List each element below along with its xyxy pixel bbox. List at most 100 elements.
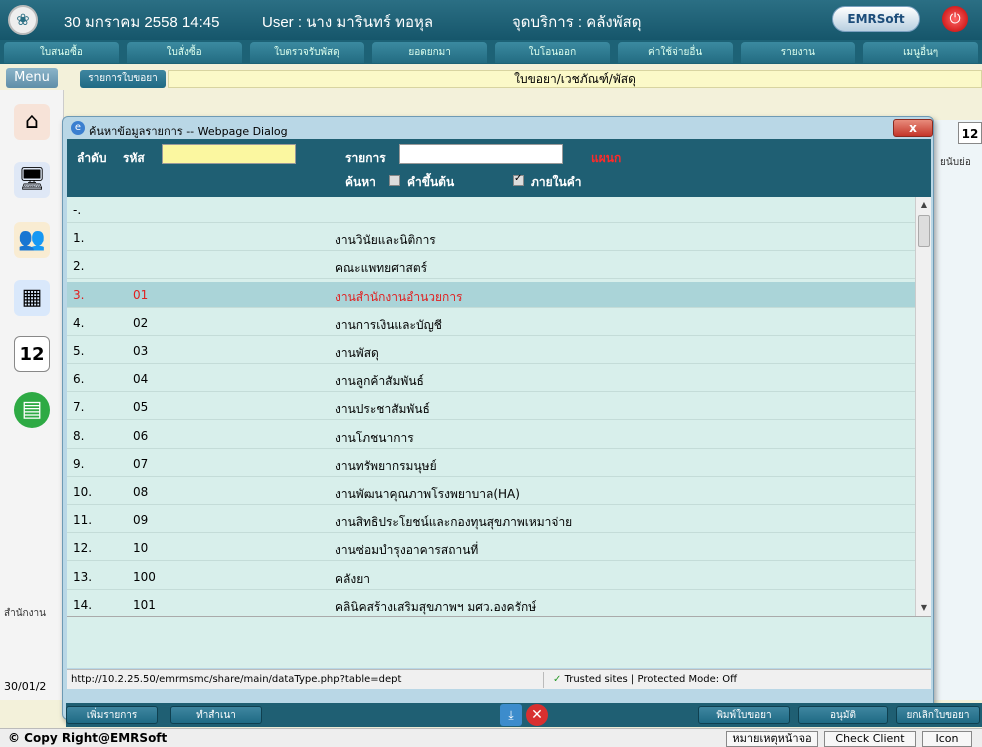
contains-label: ภายในคำ: [531, 175, 582, 189]
list-item-name: งานพัฒนาคุณภาพโรงพยาบาล(HA): [335, 487, 520, 501]
list-item-code: 05: [133, 400, 149, 415]
list-item[interactable]: 4. 02 งานการเงินและบัญชี: [67, 310, 915, 336]
list-item-code: 08: [133, 485, 149, 499]
status-trust: ✓ Trusted sites | Protected Mode: Off: [553, 674, 737, 685]
approve-button[interactable]: อนุมัติ: [798, 706, 888, 724]
scroll-down-icon[interactable]: ▼: [916, 600, 932, 616]
list-item-no: 3.: [73, 287, 85, 302]
nav-tab[interactable]: ใบโอนออก: [495, 42, 610, 63]
close-button[interactable]: x: [893, 119, 933, 137]
add-item-button[interactable]: เพิ่มรายการ: [66, 706, 158, 724]
sidebar-date: 30/01/2: [4, 680, 47, 693]
calendar-icon[interactable]: 12: [14, 336, 50, 372]
list-item[interactable]: 14. 101 คลินิคสร้างเสริมสุขภาพฯ มศว.องครัก…: [67, 592, 915, 616]
dept-label: แผนก: [591, 151, 622, 165]
list-item[interactable]: 6. 04 งานลูกค้าสัมพันธ์: [67, 366, 915, 393]
power-icon[interactable]: ⏻: [942, 6, 968, 32]
seal-icon: ❀: [8, 5, 38, 35]
background-form-text: ยนับย่อ: [940, 157, 971, 168]
list-item[interactable]: 12. 10 งานซ่อมบำรุงอาคารสถานที่: [67, 535, 915, 562]
list-item[interactable]: 7. 05 งานประชาสัมพันธ์: [67, 394, 915, 421]
list-item[interactable]: 8. 06 งานโภชนาการ: [67, 423, 915, 449]
list-item[interactable]: 11. 09 งานสิทธิประโยชน์และกองทุนสุขภาพเหมา…: [67, 507, 915, 534]
nav-tab[interactable]: ใบสนอซื้อ: [4, 42, 119, 63]
list-item[interactable]: 1. งานวินัยและนิติการ: [67, 225, 915, 252]
main-nav: ใบสนอซื้อ ใบสั่งซื้อ ใบตรวจรับพัสดุ ยอดยกมา…: [0, 40, 982, 64]
calculator-icon[interactable]: ▤: [14, 392, 50, 428]
order-label: ลำดับ: [77, 151, 107, 165]
computer-lock-icon[interactable]: 🖥: [14, 162, 50, 198]
app-header: ❀ 30 มกราคม 2558 14:45 User : นาง มารินท…: [0, 0, 982, 40]
list-item-code: 04: [133, 372, 149, 387]
tab-request-list[interactable]: รายการใบขอยา: [80, 70, 166, 88]
note-button[interactable]: หมายเหตุหน้าจอ: [726, 731, 818, 747]
nav-tab[interactable]: ใบสั่งซื้อ: [126, 42, 242, 63]
icon-button[interactable]: Icon: [922, 731, 972, 747]
nav-tab[interactable]: ใบตรวจรับพัสดุ: [249, 42, 365, 63]
list-item-no: 7.: [73, 400, 85, 415]
cancel-icon[interactable]: ✕: [526, 704, 548, 726]
menu-label[interactable]: Menu: [6, 68, 58, 88]
list-item-code: 06: [133, 428, 149, 443]
scroll-thumb[interactable]: [918, 215, 930, 247]
status-divider: [543, 672, 544, 688]
list-item[interactable]: 13. 100 คลังยา: [67, 564, 915, 590]
list-item-name: งานวินัยและนิติการ: [335, 233, 436, 248]
list-item-no: 6.: [73, 372, 85, 387]
list-item[interactable]: 2. คณะแพทยศาสตร์: [67, 253, 915, 280]
duplicate-button[interactable]: ทำสำเนา: [170, 706, 262, 724]
list-item-no: 13.: [73, 569, 93, 584]
list-item-name: งานทรัพยากรมนุษย์: [335, 458, 437, 473]
code-input[interactable]: [162, 144, 296, 164]
header-service-point: จุดบริการ : คลังพัสดุ: [512, 14, 642, 31]
cancel-request-button[interactable]: ยกเลิกใบขอยา: [896, 706, 980, 724]
dialog-titlebar[interactable]: e ค้นหาข้อมูลรายการ -- Webpage Dialog x: [67, 119, 933, 139]
list-item-no: 11.: [73, 513, 93, 528]
dialog-footer-area: [67, 616, 931, 668]
nav-tab[interactable]: เมนูอื่นๆ: [863, 42, 978, 63]
calendar-icon[interactable]: 12: [958, 122, 982, 144]
save-icon[interactable]: ⤓: [500, 704, 522, 726]
background-form-edge: [934, 120, 982, 700]
print-button[interactable]: พิมพ์ใบขอยา: [698, 706, 790, 724]
users-icon[interactable]: 👥: [14, 222, 50, 258]
list-item-code: 07: [133, 456, 149, 471]
list-item-no: 1.: [73, 231, 85, 246]
nav-tab[interactable]: ยอดยกมา: [372, 42, 487, 63]
search-panel: ลำดับ รหัส รายการ แผนก ค้นหา คำขึ้นต้น ภ…: [67, 139, 931, 197]
check-client-button[interactable]: Check Client: [824, 731, 916, 747]
list-item-no: 10.: [73, 485, 93, 499]
list-item[interactable]: 10. 08 งานพัฒนาคุณภาพโรงพยาบาล(HA): [67, 479, 915, 505]
ie-icon: e: [71, 121, 85, 135]
list-item[interactable]: 5. 03 งานพัสดุ: [67, 338, 915, 364]
emrsoft-logo: EMRSoft: [832, 6, 920, 32]
item-input[interactable]: [399, 144, 563, 164]
list-scrollbar[interactable]: ▲ ▼: [915, 197, 931, 616]
starts-with-checkbox[interactable]: [389, 175, 400, 186]
list-item-no: 9.: [73, 456, 85, 471]
list-item-name: งานลูกค้าสัมพันธ์: [335, 374, 424, 389]
list-item-no: -.: [73, 203, 82, 217]
status-trust-text: Trusted sites | Protected Mode: Off: [564, 674, 738, 685]
list-item[interactable]: 9. 07 งานทรัพยากรมนุษย์: [67, 451, 915, 477]
contains-checkbox[interactable]: [513, 173, 524, 186]
nav-tab[interactable]: ค่าใช้จ่ายอื่น: [617, 42, 733, 63]
search-label: ค้นหา: [345, 175, 376, 189]
page-title: ใบขอยา/เวชภัณฑ์/พัสดุ: [168, 70, 982, 88]
list-item-name: คลังยา: [335, 571, 371, 586]
list-item-name: งานประชาสัมพันธ์: [335, 402, 430, 417]
list-item-no: 4.: [73, 315, 85, 330]
list-item-name: งานสำนักงานอำนวยการ: [335, 289, 463, 304]
list-item-name: งานสิทธิประโยชน์และกองทุนสุขภาพเหมาจ่าย: [335, 515, 573, 530]
list-item-code: 10: [133, 541, 149, 556]
footer: © Copy Right@EMRSoft หมายเหตุหน้าจอ Chec…: [0, 728, 982, 747]
building-icon[interactable]: ▦: [14, 280, 50, 316]
scroll-up-icon[interactable]: ▲: [916, 197, 932, 213]
check-icon: ✓: [553, 674, 562, 685]
copyright: © Copy Right@EMRSoft: [8, 731, 168, 745]
nav-tab[interactable]: รายงาน: [740, 42, 856, 63]
list-item[interactable]: 3. 01 งานสำนักงานอำนวยการ: [67, 281, 915, 308]
dialog-title: ค้นหาข้อมูลรายการ -- Webpage Dialog: [89, 125, 288, 138]
home-icon[interactable]: ⌂: [14, 104, 50, 140]
list-item[interactable]: -.: [67, 197, 915, 223]
